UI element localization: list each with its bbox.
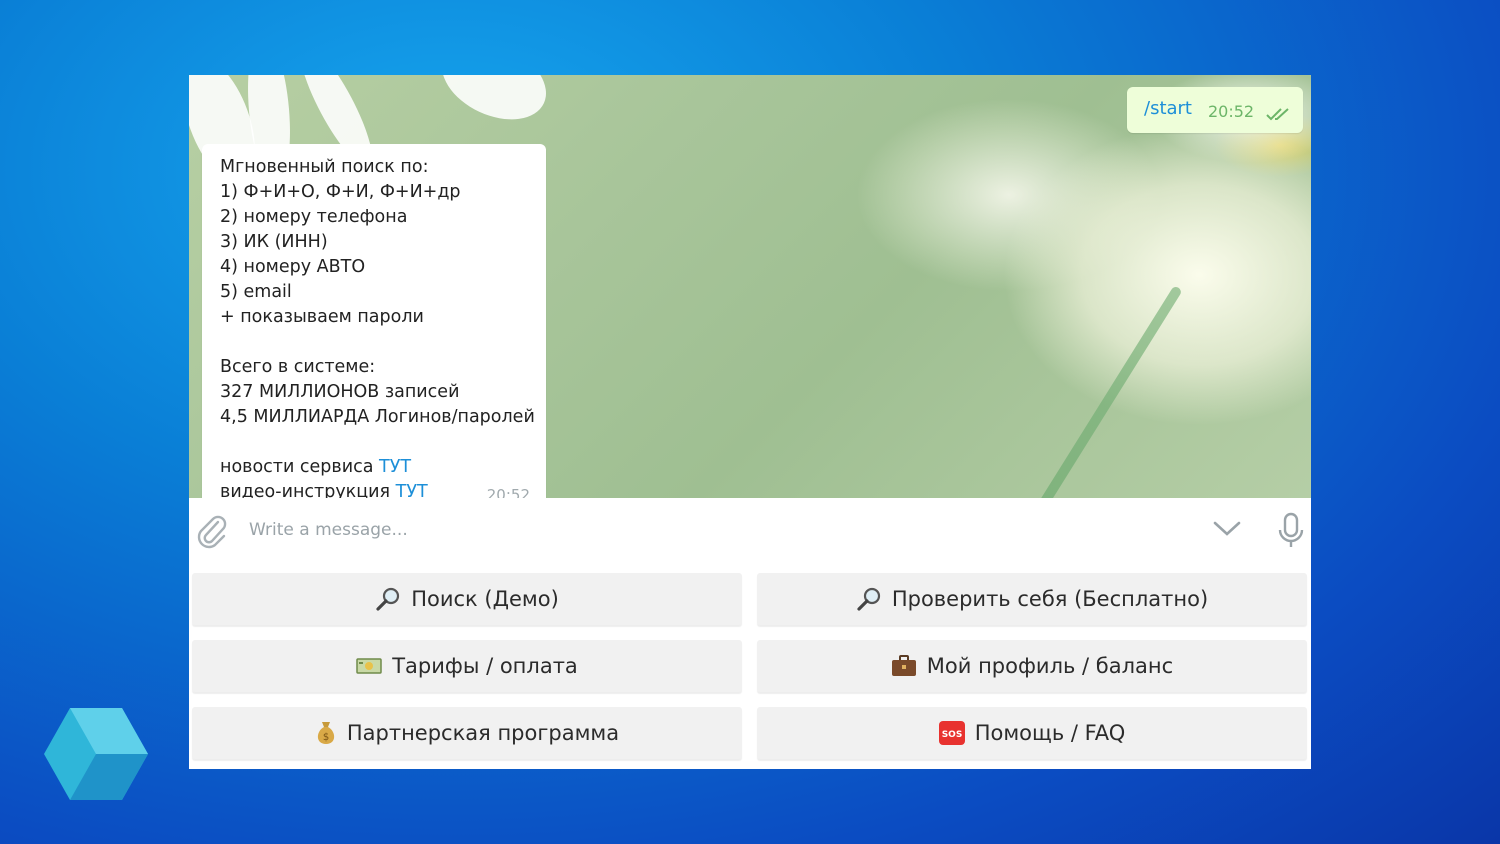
message-line: 4) номеру АВТО <box>220 257 366 277</box>
briefcase-icon <box>891 654 917 678</box>
search-demo-button[interactable]: Поиск (Демо) <box>192 573 742 625</box>
chat-history[interactable]: Мгновенный поиск по: 1) Ф+И+О, Ф+И, Ф+И+… <box>189 75 1311 498</box>
money-bag-icon: $ <box>315 720 337 746</box>
sos-icon: SOS <box>938 721 965 745</box>
banknote-icon <box>356 656 382 676</box>
my-profile-balance-label: Мой профиль / баланс <box>926 654 1174 678</box>
bot-reply-keyboard: Поиск (Демо) Проверить себя (Бесплатно) … <box>189 566 1311 769</box>
incoming-message-time: 20:52 <box>486 486 530 498</box>
message-line <box>220 330 535 355</box>
svg-text:$: $ <box>323 732 329 743</box>
news-link[interactable]: ТУТ <box>379 457 411 477</box>
message-line <box>220 430 535 455</box>
check-yourself-label: Проверить себя (Бесплатно) <box>891 587 1209 611</box>
message-input[interactable] <box>247 512 1151 548</box>
partner-program-label: Партнерская программа <box>346 721 620 745</box>
paperclip-icon[interactable] <box>196 513 228 549</box>
cube-logo-icon <box>44 708 148 800</box>
daisy-petal <box>429 75 559 135</box>
chevron-down-icon[interactable] <box>1213 520 1241 538</box>
partner-program-button[interactable]: $ Партнерская программа <box>192 707 742 759</box>
help-faq-label: Помощь / FAQ <box>974 721 1126 745</box>
message-line: 2) номеру телефона <box>220 207 408 227</box>
message-composer <box>189 498 1311 566</box>
double-check-icon <box>1266 108 1289 121</box>
outgoing-message-time: 20:52 <box>1208 102 1255 121</box>
tariffs-payment-label: Тарифы / оплата <box>392 654 578 678</box>
video-label: видео-инструкция <box>220 482 391 498</box>
my-profile-balance-button[interactable]: Мой профиль / баланс <box>757 640 1307 692</box>
telegram-chat-window: Мгновенный поиск по: 1) Ф+И+О, Ф+И, Ф+И+… <box>189 75 1311 769</box>
microphone-icon[interactable] <box>1277 512 1305 550</box>
help-faq-button[interactable]: SOS Помощь / FAQ <box>757 707 1307 759</box>
search-demo-label: Поиск (Демо) <box>411 587 559 611</box>
message-line: 3) ИК (ИНН) <box>220 232 328 252</box>
message-line: Всего в системе: <box>220 357 376 377</box>
incoming-message-bubble[interactable]: Мгновенный поиск по: 1) Ф+И+О, Ф+И, Ф+И+… <box>202 144 546 498</box>
magnifier-icon <box>375 586 401 612</box>
message-line-news: новости сервиса ТУТ <box>220 455 535 480</box>
message-line: Мгновенный поиск по: <box>220 157 429 177</box>
video-link[interactable]: ТУТ <box>396 482 428 498</box>
message-line: + показываем пароли <box>220 307 424 327</box>
message-line: 4,5 МИЛЛИАРДА Логинов/паролей <box>220 407 535 427</box>
start-command-text[interactable]: /start <box>1144 98 1192 119</box>
outgoing-message-bubble[interactable]: /start 20:52 <box>1127 87 1303 133</box>
message-line: 5) email <box>220 282 292 302</box>
message-line: 327 МИЛЛИОНОВ записей <box>220 382 460 402</box>
daisy-stem <box>1015 285 1183 498</box>
message-line: 1) Ф+И+О, Ф+И, Ф+И+др <box>220 182 461 202</box>
news-label: новости сервиса <box>220 457 374 477</box>
magnifier-icon <box>856 586 882 612</box>
svg-text:SOS: SOS <box>941 730 962 740</box>
check-yourself-button[interactable]: Проверить себя (Бесплатно) <box>757 573 1307 625</box>
tariffs-payment-button[interactable]: Тарифы / оплата <box>192 640 742 692</box>
incoming-message-text: Мгновенный поиск по: 1) Ф+И+О, Ф+И, Ф+И+… <box>220 155 535 498</box>
